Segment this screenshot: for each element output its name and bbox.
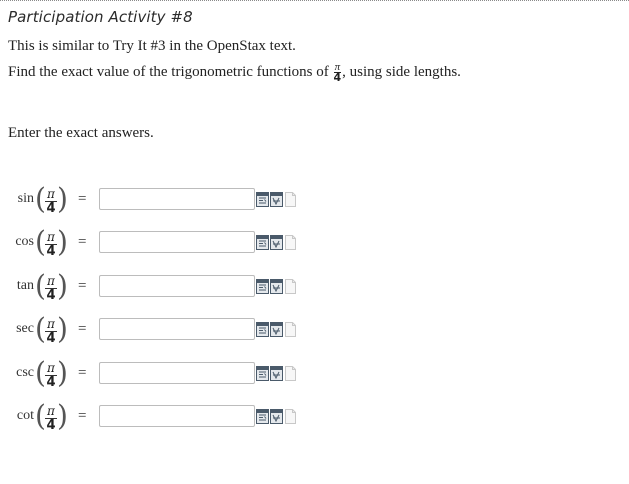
help-document-icon[interactable] [284,365,297,381]
equals-sign: = [78,408,87,424]
equals-sign: = [78,191,87,207]
help-document-icon[interactable] [284,322,297,338]
help-document-icon[interactable] [284,278,297,294]
math-editor-icon[interactable] [256,278,269,294]
answer-row-cot: cot(π 4) = [0,399,629,435]
function-name: cot [16,408,34,423]
symbol-palette-icon[interactable] [270,409,283,424]
symbol-palette-icon[interactable] [270,235,283,251]
instruction-prefix: Find the exact value of the trigonometri… [8,63,329,80]
symbol-palette-icon[interactable] [270,322,283,338]
equals-sign: = [78,277,87,294]
fraction-numerator: π [47,404,55,418]
help-document-icon[interactable] [284,235,297,251]
math-editor-icon[interactable] [256,365,269,381]
help-document-icon[interactable] [284,409,297,424]
answer-row-csc: csc(π 4) = [0,354,629,392]
answer-row-sin: sin(π 4) = [0,182,629,218]
right-paren: ) [57,267,68,303]
cos-answer-input[interactable] [99,231,255,254]
fraction-denominator: 4 [46,201,56,216]
math-editor-icon[interactable] [256,409,269,424]
function-name: tan [16,277,34,293]
top-dotted-border [0,0,629,1]
fraction-denominator: 4 [46,418,56,433]
angle-denominator: 4 [333,71,342,84]
argument-fraction: π4 [45,187,57,216]
answer-row-cos: cos(π 4) = [0,225,629,261]
help-document-icon[interactable] [284,192,297,207]
function-name: cos [15,234,34,250]
instruction-line-1: This is similar to Try It #3 in the Open… [8,38,296,54]
fraction-denominator: 4 [46,331,56,347]
right-paren: ) [57,398,68,433]
sin-answer-input[interactable] [99,188,255,210]
argument-fraction: π4 [45,404,57,433]
function-name: sec [16,321,34,337]
csc-answer-input[interactable] [99,361,255,384]
equals-sign: = [78,321,87,338]
sec-answer-input[interactable] [99,318,255,341]
symbol-palette-icon[interactable] [270,278,283,294]
cot-answer-input[interactable] [99,405,255,427]
equals-sign: = [78,234,87,251]
instruction-line-3: Enter the exact answers. [8,125,154,141]
page-title: Participation Activity #8 [8,8,193,26]
instruction-suffix: , using side lengths. [342,63,461,80]
function-name: sin [17,191,34,206]
fraction-denominator: 4 [46,374,56,390]
equals-sign: = [78,364,87,381]
math-editor-icon[interactable] [256,235,269,251]
fraction-numerator: π [47,187,55,201]
right-paren: ) [57,311,68,346]
tan-answer-input[interactable] [99,274,255,297]
symbol-palette-icon[interactable] [270,365,283,381]
fraction-denominator: 4 [46,287,56,303]
answer-row-tan: tan(π 4) = [0,267,629,305]
fraction-numerator: π [47,360,55,375]
right-paren: ) [57,224,68,260]
fraction-numerator: π [47,273,55,288]
symbol-palette-icon[interactable] [270,192,283,207]
function-name: csc [16,364,34,380]
argument-fraction: π4 [45,360,57,390]
fraction-numerator: π [47,230,55,245]
instruction-line-2: Find the exact value of the trigonometri… [8,62,461,84]
angle-fraction: π 4 [333,62,342,84]
answer-row-sec: sec(π 4) = [0,312,629,348]
argument-fraction: π4 [45,230,57,260]
math-editor-icon[interactable] [256,322,269,338]
right-paren: ) [57,181,68,216]
argument-fraction: π4 [45,273,57,303]
fraction-numerator: π [47,317,55,332]
fraction-denominator: 4 [46,244,56,260]
argument-fraction: π4 [45,317,57,347]
right-paren: ) [57,354,68,390]
math-editor-icon[interactable] [256,192,269,207]
